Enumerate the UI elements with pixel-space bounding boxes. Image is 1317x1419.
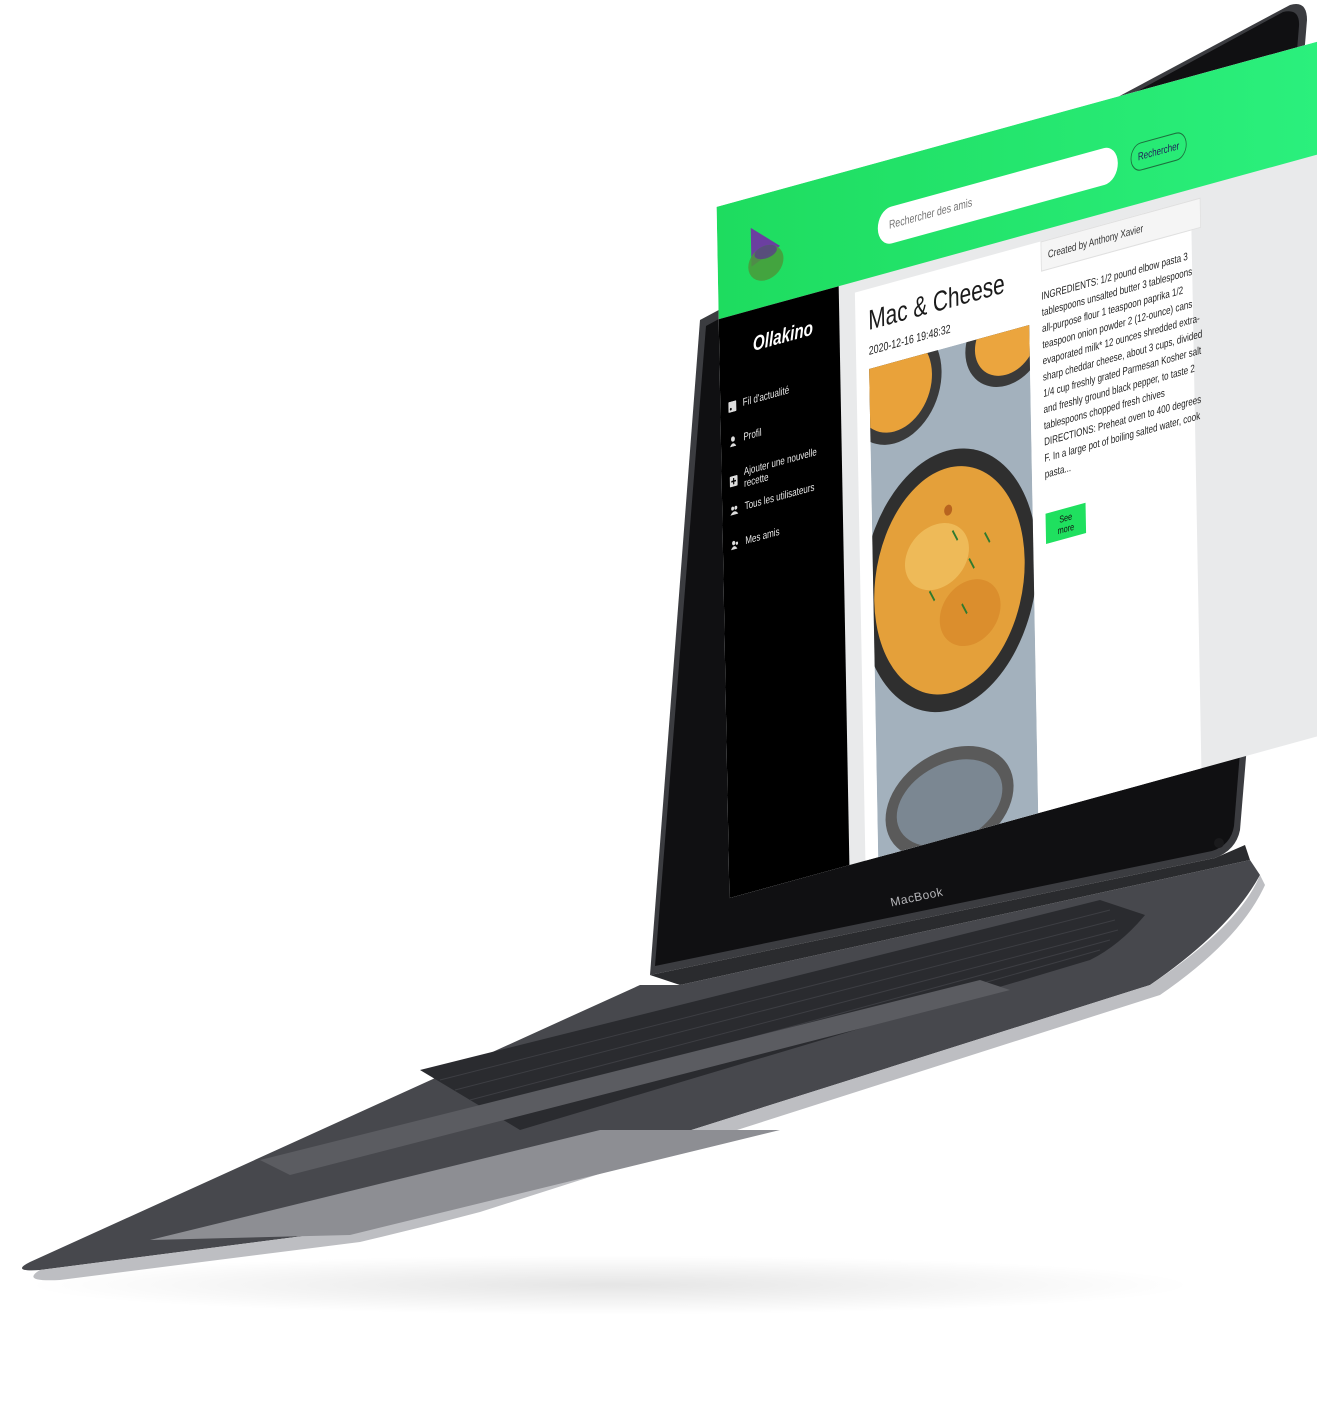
- recipe-photo: [869, 325, 1039, 866]
- recipe-description: INGREDIENTS: 1/2 pound elbow pasta 3 tab…: [1041, 251, 1203, 482]
- ollakino-logo: [748, 227, 784, 281]
- sidebar-item-my-friends[interactable]: Mes amis: [730, 526, 780, 551]
- sidebar-item-add-recipe[interactable]: Ajouter une nouvelle recette: [729, 440, 842, 495]
- search-button[interactable]: Rechercher: [1130, 129, 1187, 174]
- sidebar: Ollakino Fil d'actualité Profil Ajouter …: [718, 286, 850, 899]
- brand-name: Ollakino: [752, 317, 814, 357]
- users-icon: [730, 505, 739, 516]
- sidebar-item-profile[interactable]: Profil: [729, 427, 762, 448]
- sidebar-item-label: Mes amis: [745, 526, 780, 548]
- user-icon: [729, 435, 737, 447]
- recipe-card: Mac & Cheese 2020-12-16 19:48:32 Created…: [854, 197, 1203, 866]
- user-friends-icon: [730, 540, 739, 550]
- sidebar-item-news-feed[interactable]: Fil d'actualité: [728, 385, 789, 414]
- rss-icon: [728, 399, 737, 413]
- sidebar-item-label: Ajouter une nouvelle recette: [743, 446, 817, 491]
- plus-square-icon: [729, 474, 738, 488]
- sidebar-item-label: Profil: [743, 426, 762, 444]
- sidebar-item-label: Fil d'actualité: [742, 384, 790, 410]
- see-more-button[interactable]: See more: [1045, 502, 1087, 544]
